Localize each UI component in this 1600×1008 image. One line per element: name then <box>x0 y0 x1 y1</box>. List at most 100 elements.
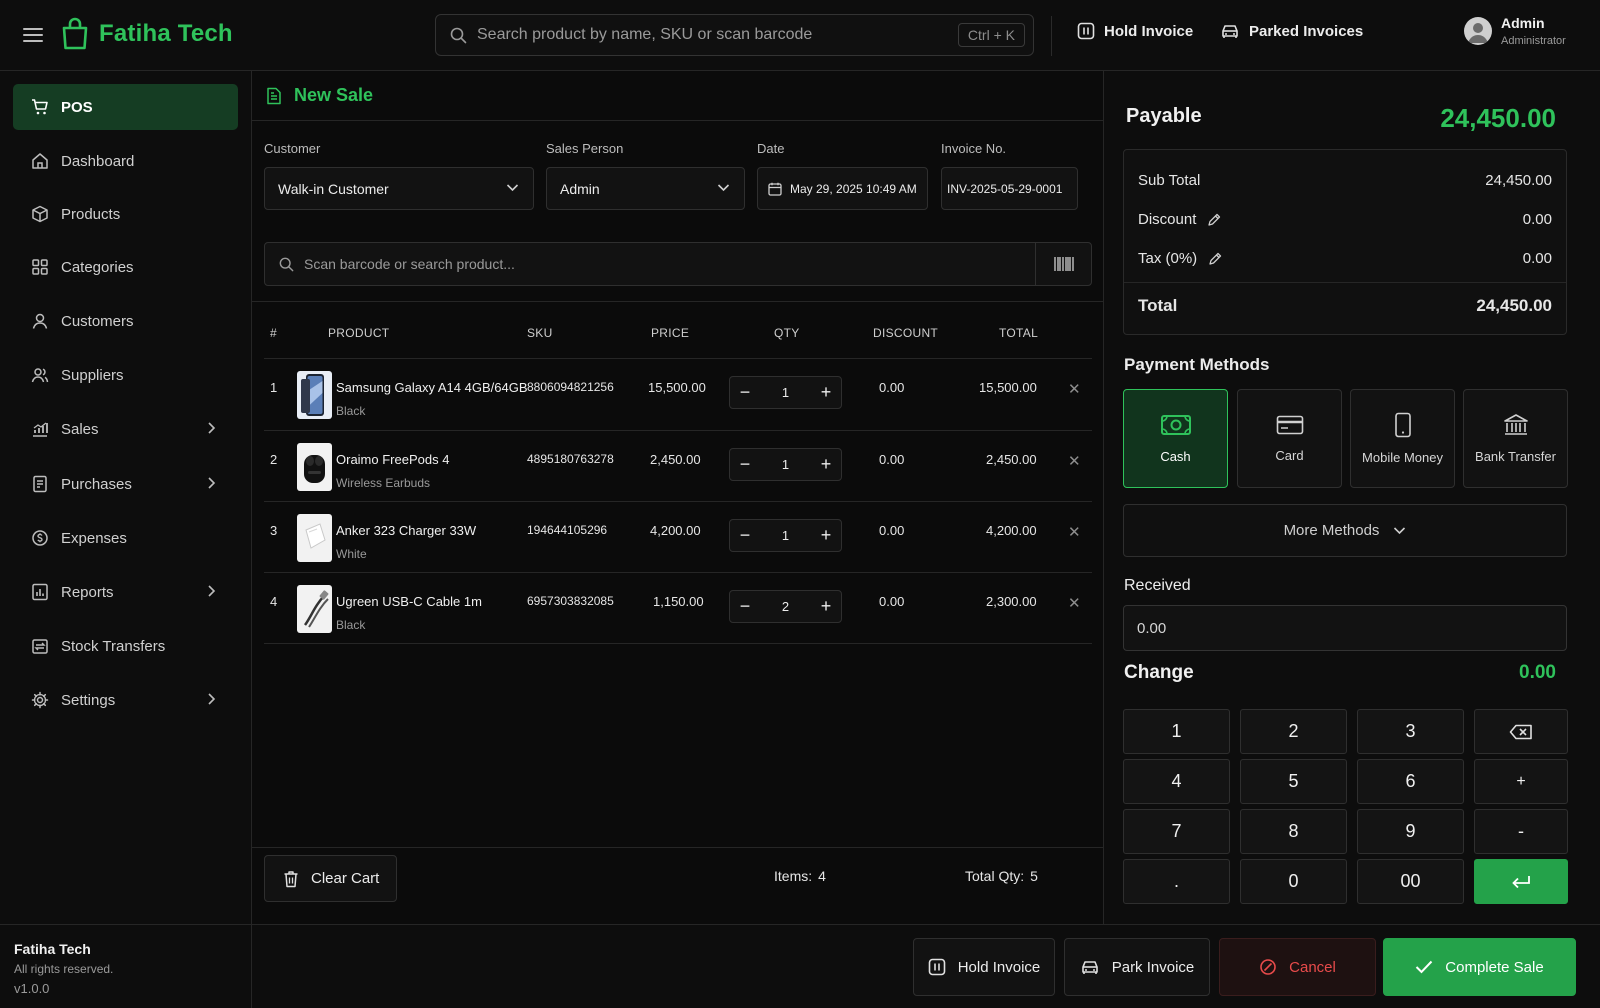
keypad-key-6[interactable]: 6 <box>1357 759 1464 804</box>
quantity-stepper: − 2 + <box>729 590 842 623</box>
keypad-key-minus[interactable]: - <box>1474 809 1568 854</box>
keypad-key-3[interactable]: 3 <box>1357 709 1464 754</box>
keypad-key-9[interactable]: 9 <box>1357 809 1464 854</box>
payment-method-card[interactable]: Card <box>1237 389 1342 488</box>
increase-qty-button[interactable]: + <box>811 591 841 622</box>
product-total: 2,300.00 <box>986 594 1037 609</box>
sale-header: New Sale <box>252 71 1104 121</box>
sidebar-item-products[interactable]: Products <box>13 191 238 237</box>
user-role: Administrator <box>1501 35 1566 47</box>
keypad-key-plus[interactable]: + <box>1474 759 1568 804</box>
table-row: 2 Oraimo FreePods 4 Wireless Earbuds 489… <box>252 431 1104 501</box>
product-image <box>297 514 332 562</box>
sidebar-item-settings[interactable]: Settings <box>13 677 238 723</box>
sidebar-item-expenses[interactable]: Expenses <box>13 515 238 561</box>
date-picker[interactable]: May 29, 2025 10:49 AM <box>757 167 928 210</box>
keypad-key-4[interactable]: 4 <box>1123 759 1230 804</box>
park-invoice-button[interactable]: Park Invoice <box>1064 938 1210 996</box>
hold-invoice-button[interactable]: Hold Invoice <box>913 938 1055 996</box>
box-icon <box>31 205 49 223</box>
card-icon <box>1276 414 1304 436</box>
global-search-input[interactable]: Search product by name, SKU or scan barc… <box>435 14 1034 56</box>
qty-value[interactable]: 2 <box>760 591 811 622</box>
keypad-key-0[interactable]: 0 <box>1240 859 1347 904</box>
backspace-icon <box>1509 724 1533 740</box>
transfer-icon <box>31 637 49 655</box>
increase-qty-button[interactable]: + <box>811 377 841 408</box>
sidebar-item-label: Reports <box>61 583 114 601</box>
qty-value[interactable]: 1 <box>760 520 811 551</box>
parked-invoices-button[interactable]: Parked Invoices <box>1220 22 1363 40</box>
sidebar-item-reports[interactable]: Reports <box>13 569 238 615</box>
keypad-key-5[interactable]: 5 <box>1240 759 1347 804</box>
edit-discount-icon[interactable] <box>1207 213 1221 227</box>
total-qty-value: 5 <box>1030 868 1038 884</box>
remove-item-icon[interactable]: ✕ <box>1068 452 1081 470</box>
product-scan-input[interactable]: Scan barcode or search product... <box>264 242 1092 286</box>
sidebar-item-sales[interactable]: Sales <box>13 406 238 452</box>
subtotal-value: 24,450.00 <box>1485 172 1552 189</box>
chevron-down-icon <box>717 183 730 192</box>
salesperson-select[interactable]: Admin <box>546 167 745 210</box>
logo[interactable]: Fatiha Tech <box>60 17 233 51</box>
sidebar-footer: Fatiha Tech All rights reserved. v1.0.0 <box>0 924 251 1008</box>
decrease-qty-button[interactable]: − <box>730 377 760 408</box>
coin-icon <box>31 529 49 547</box>
hold-invoice-top-label: Hold Invoice <box>1104 22 1194 40</box>
sidebar-item-stock-transfers[interactable]: Stock Transfers <box>13 623 238 669</box>
menu-icon[interactable] <box>22 24 44 46</box>
clear-cart-button[interactable]: Clear Cart <box>264 855 397 902</box>
keypad-enter-key[interactable] <box>1474 859 1568 904</box>
shopping-bag-icon <box>60 17 90 51</box>
decrease-qty-button[interactable]: − <box>730 449 760 480</box>
sidebar-item-pos[interactable]: POS <box>13 84 238 130</box>
edit-tax-icon[interactable] <box>1208 252 1222 266</box>
decrease-qty-button[interactable]: − <box>730 591 760 622</box>
payment-method-label: Mobile Money <box>1362 450 1443 465</box>
subtotal-label: Sub Total <box>1138 172 1201 189</box>
qty-value[interactable]: 1 <box>760 449 811 480</box>
home-icon <box>31 152 49 170</box>
increase-qty-button[interactable]: + <box>811 520 841 551</box>
sidebar-item-purchases[interactable]: Purchases <box>13 461 238 507</box>
sidebar-item-suppliers[interactable]: Suppliers <box>13 352 238 398</box>
qty-value[interactable]: 1 <box>760 377 811 408</box>
remove-item-icon[interactable]: ✕ <box>1068 380 1081 398</box>
payment-method-cash[interactable]: Cash <box>1123 389 1228 488</box>
date-label: Date <box>757 141 785 156</box>
more-methods-label: More Methods <box>1283 522 1380 539</box>
sidebar-item-categories[interactable]: Categories <box>13 244 238 290</box>
payment-methods-title: Payment Methods <box>1124 355 1270 374</box>
tax-value: 0.00 <box>1522 250 1552 267</box>
remove-item-icon[interactable]: ✕ <box>1068 594 1081 612</box>
keypad-key-1[interactable]: 1 <box>1123 709 1230 754</box>
customer-label: Customer <box>264 141 321 156</box>
product-sku: 4895180763278 <box>527 452 614 466</box>
customer-select[interactable]: Walk-in Customer <box>264 167 534 210</box>
sidebar-item-dashboard[interactable]: Dashboard <box>13 138 238 184</box>
gear-icon <box>31 691 49 709</box>
keypad-key-dot[interactable]: . <box>1123 859 1230 904</box>
increase-qty-button[interactable]: + <box>811 449 841 480</box>
user-menu[interactable]: Admin Administrator <box>1464 15 1566 47</box>
more-methods-button[interactable]: More Methods <box>1123 504 1567 557</box>
payment-method-mobile-money[interactable]: Mobile Money <box>1350 389 1455 488</box>
keypad-key-8[interactable]: 8 <box>1240 809 1347 854</box>
keypad-key-2[interactable]: 2 <box>1240 709 1347 754</box>
payment-method-bank-transfer[interactable]: Bank Transfer <box>1463 389 1568 488</box>
total-qty-label: Total Qty: <box>965 868 1025 884</box>
keypad-key-7[interactable]: 7 <box>1123 809 1230 854</box>
remove-item-icon[interactable]: ✕ <box>1068 523 1081 541</box>
cancel-button[interactable]: Cancel <box>1219 938 1376 996</box>
quantity-stepper: − 1 + <box>729 376 842 409</box>
received-input[interactable]: 0.00 <box>1123 605 1567 651</box>
sidebar-item-customers[interactable]: Customers <box>13 298 238 344</box>
barcode-icon[interactable] <box>1035 243 1091 285</box>
keypad-key-00[interactable]: 00 <box>1357 859 1464 904</box>
hold-invoice-top-button[interactable]: Hold Invoice <box>1077 22 1193 40</box>
complete-sale-button[interactable]: Complete Sale <box>1383 938 1576 996</box>
decrease-qty-button[interactable]: − <box>730 520 760 551</box>
col-header-sku: SKU <box>527 326 553 340</box>
salesperson-label: Sales Person <box>546 141 624 156</box>
keypad-backspace-key[interactable] <box>1474 709 1568 754</box>
